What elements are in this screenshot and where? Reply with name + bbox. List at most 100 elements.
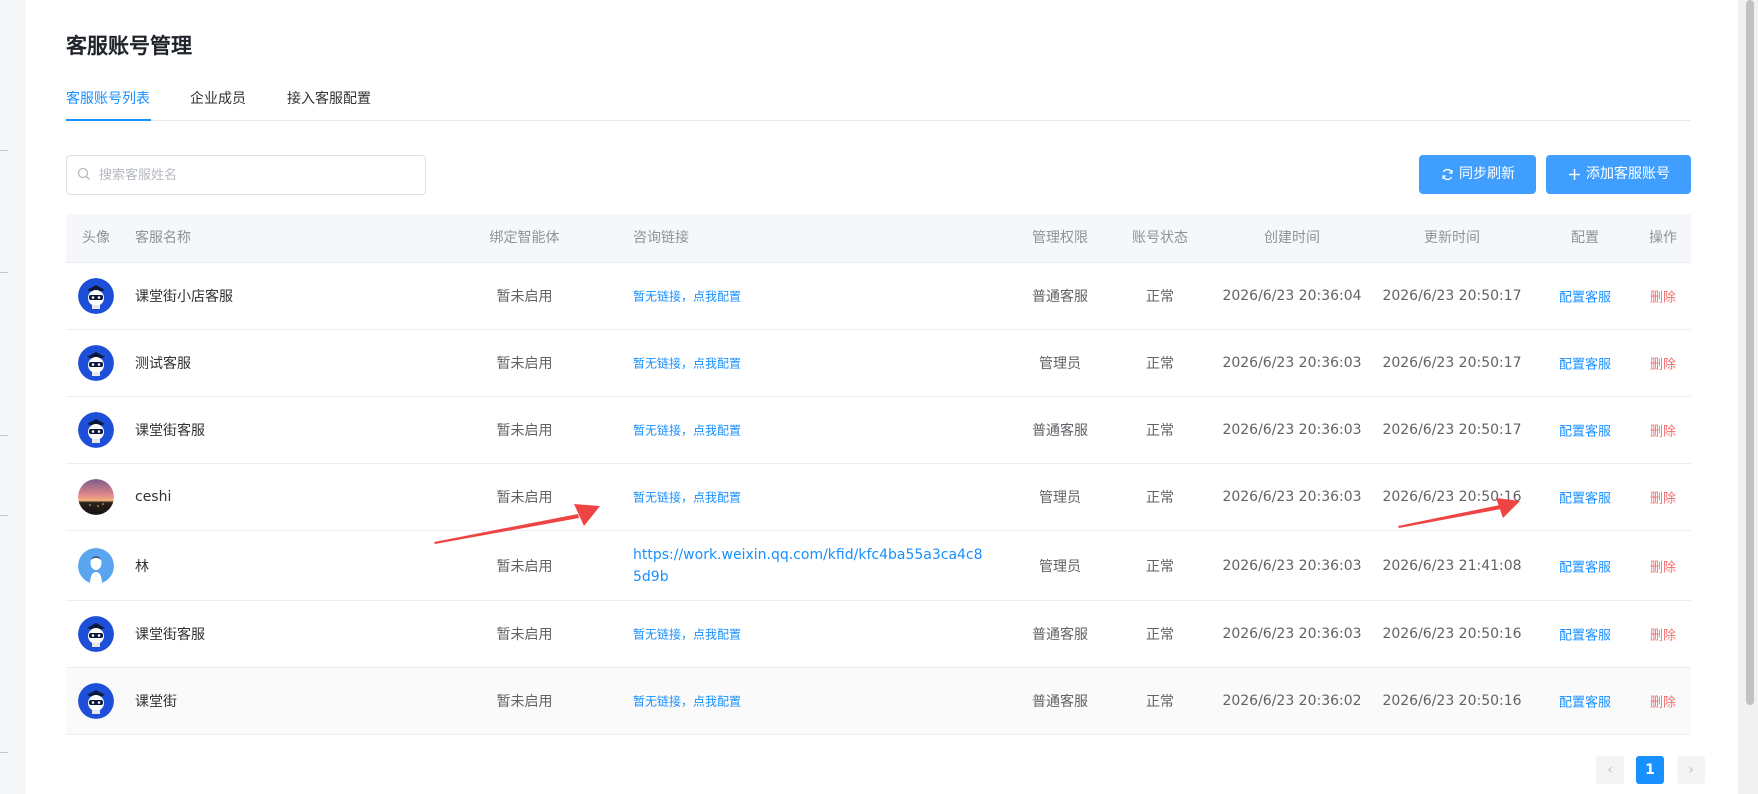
delete-link[interactable]: 删除 <box>1635 421 1691 440</box>
account-name: 林 <box>135 558 149 575</box>
account-status: 正常 <box>1146 423 1174 439</box>
search-icon <box>77 167 90 180</box>
sync-refresh-button[interactable]: 同步刷新 <box>1419 155 1536 194</box>
robot-avatar-icon <box>78 683 114 719</box>
configure-service-link[interactable]: 配置客服 <box>1535 488 1635 507</box>
delete-link[interactable]: 删除 <box>1635 488 1691 507</box>
created-time: 2026/6/23 20:36:03 <box>1222 557 1362 574</box>
account-name: ceshi <box>135 489 172 505</box>
updated-time: 2026/6/23 20:50:16 <box>1382 693 1522 709</box>
configure-link[interactable]: 暂无链接，点我配置 <box>633 626 741 643</box>
created-time: 2026/6/23 20:36:03 <box>1222 422 1362 438</box>
delete-link[interactable]: 删除 <box>1635 625 1691 644</box>
delete-link[interactable]: 删除 <box>1635 692 1691 711</box>
account-status: 正常 <box>1146 694 1174 710</box>
delete-link[interactable]: 删除 <box>1635 287 1691 306</box>
avatar <box>78 479 114 515</box>
permission: 普通客服 <box>1032 423 1088 439</box>
permission: 管理员 <box>1039 490 1081 506</box>
account-status: 正常 <box>1146 558 1174 575</box>
account-name: 测试客服 <box>135 356 191 372</box>
avatar <box>78 278 114 314</box>
permission: 管理员 <box>1039 356 1081 372</box>
next-page-button[interactable]: › <box>1677 756 1705 784</box>
tab-account-list[interactable]: 客服账号列表 <box>66 88 150 120</box>
col-config: 配置 <box>1571 230 1599 246</box>
updated-time: 2026/6/23 20:50:17 <box>1382 355 1522 371</box>
table-row: 课堂街客服 暂未启用 暂无链接，点我配置 普通客服 正常 2026/6/23 2… <box>66 397 1691 464</box>
configure-service-link[interactable]: 配置客服 <box>1535 287 1635 306</box>
tab-enterprise-members[interactable]: 企业成员 <box>190 88 246 120</box>
delete-link[interactable]: 删除 <box>1635 556 1691 575</box>
add-account-label: 添加客服账号 <box>1586 166 1670 182</box>
col-consult-link: 咨询链接 <box>633 230 689 246</box>
table-row: 测试客服 暂未启用 暂无链接，点我配置 管理员 正常 2026/6/23 20:… <box>66 330 1691 397</box>
default-person-avatar-icon <box>78 547 114 584</box>
table-header: 头像 客服名称 绑定智能体 咨询链接 管理权限 账号状态 创建时间 更新时间 配… <box>66 214 1691 263</box>
bind-agent-status: 暂未启用 <box>496 289 553 305</box>
configure-link[interactable]: 暂无链接，点我配置 <box>633 422 741 439</box>
search-box[interactable] <box>66 155 426 195</box>
table-row: 课堂街客服 暂未启用 暂无链接，点我配置 普通客服 正常 2026/6/23 2… <box>66 601 1691 668</box>
avatar <box>78 683 114 719</box>
avatar <box>78 547 114 584</box>
bind-agent-status: 暂未启用 <box>496 627 553 643</box>
permission: 普通客服 <box>1032 289 1088 305</box>
col-action: 操作 <box>1649 230 1677 246</box>
plus-icon <box>1569 169 1580 180</box>
bind-agent-status: 暂未启用 <box>496 558 553 575</box>
avatar <box>78 616 114 652</box>
table-row: 林 暂未启用 https://work.weixin.qq.com/kfid/k… <box>66 531 1691 601</box>
sidebar-divider <box>0 435 8 436</box>
bind-agent-status: 暂未启用 <box>496 490 553 506</box>
accounts-table: 头像 客服名称 绑定智能体 咨询链接 管理权限 账号状态 创建时间 更新时间 配… <box>66 214 1691 735</box>
consult-url-link[interactable]: https://work.weixin.qq.com/kfid/kfc4ba55… <box>633 544 983 588</box>
configure-service-link[interactable]: 配置客服 <box>1535 421 1635 440</box>
configure-service-link[interactable]: 配置客服 <box>1535 625 1635 644</box>
prev-page-button[interactable]: ‹ <box>1596 756 1624 784</box>
sidebar-divider <box>0 150 8 151</box>
bind-agent-status: 暂未启用 <box>496 423 553 439</box>
configure-link[interactable]: 暂无链接，点我配置 <box>633 288 741 305</box>
col-permission: 管理权限 <box>1032 230 1088 246</box>
avatar <box>78 412 114 448</box>
configure-link[interactable]: 暂无链接，点我配置 <box>633 355 741 372</box>
account-status: 正常 <box>1146 490 1174 506</box>
page-title: 客服账号管理 <box>66 34 192 58</box>
col-name: 客服名称 <box>135 230 191 246</box>
sidebar-divider <box>0 272 8 273</box>
refresh-icon <box>1442 168 1453 181</box>
configure-service-link[interactable]: 配置客服 <box>1535 692 1635 711</box>
configure-link[interactable]: 暂无链接，点我配置 <box>633 693 741 710</box>
created-time: 2026/6/23 20:36:03 <box>1222 626 1362 642</box>
updated-time: 2026/6/23 20:50:16 <box>1382 489 1522 505</box>
created-time: 2026/6/23 20:36:03 <box>1222 355 1362 371</box>
sidebar-divider <box>0 515 8 516</box>
main-card: 客服账号管理 客服账号列表 企业成员 接入客服配置 同步刷新 添加客服账号 头像 <box>26 0 1738 794</box>
account-status: 正常 <box>1146 356 1174 372</box>
scrollbar-thumb[interactable] <box>1746 0 1754 705</box>
robot-avatar-icon <box>78 345 114 381</box>
updated-time: 2026/6/23 20:50:16 <box>1382 626 1522 642</box>
configure-service-link[interactable]: 配置客服 <box>1535 354 1635 373</box>
page-number-button[interactable]: 1 <box>1636 756 1664 784</box>
sidebar-divider <box>0 752 8 753</box>
search-input[interactable] <box>97 156 411 194</box>
table-row: 课堂街小店客服 暂未启用 暂无链接，点我配置 普通客服 正常 2026/6/23… <box>66 263 1691 330</box>
updated-time: 2026/6/23 20:50:17 <box>1382 422 1522 438</box>
configure-link[interactable]: 暂无链接，点我配置 <box>633 489 741 506</box>
configure-service-link[interactable]: 配置客服 <box>1535 556 1635 575</box>
avatar <box>78 345 114 381</box>
sync-refresh-label: 同步刷新 <box>1459 166 1515 182</box>
tab-access-config[interactable]: 接入客服配置 <box>287 88 371 120</box>
account-status: 正常 <box>1146 289 1174 305</box>
table-row: ceshi 暂未启用 暂无链接，点我配置 管理员 正常 2026/6/23 20… <box>66 464 1691 531</box>
account-status: 正常 <box>1146 627 1174 643</box>
delete-link[interactable]: 删除 <box>1635 354 1691 373</box>
robot-avatar-icon <box>78 616 114 652</box>
updated-time: 2026/6/23 21:41:08 <box>1382 557 1522 574</box>
robot-avatar-icon <box>78 412 114 448</box>
vertical-scrollbar[interactable] <box>1738 0 1758 794</box>
add-account-button[interactable]: 添加客服账号 <box>1546 155 1691 194</box>
col-created: 创建时间 <box>1264 230 1320 246</box>
